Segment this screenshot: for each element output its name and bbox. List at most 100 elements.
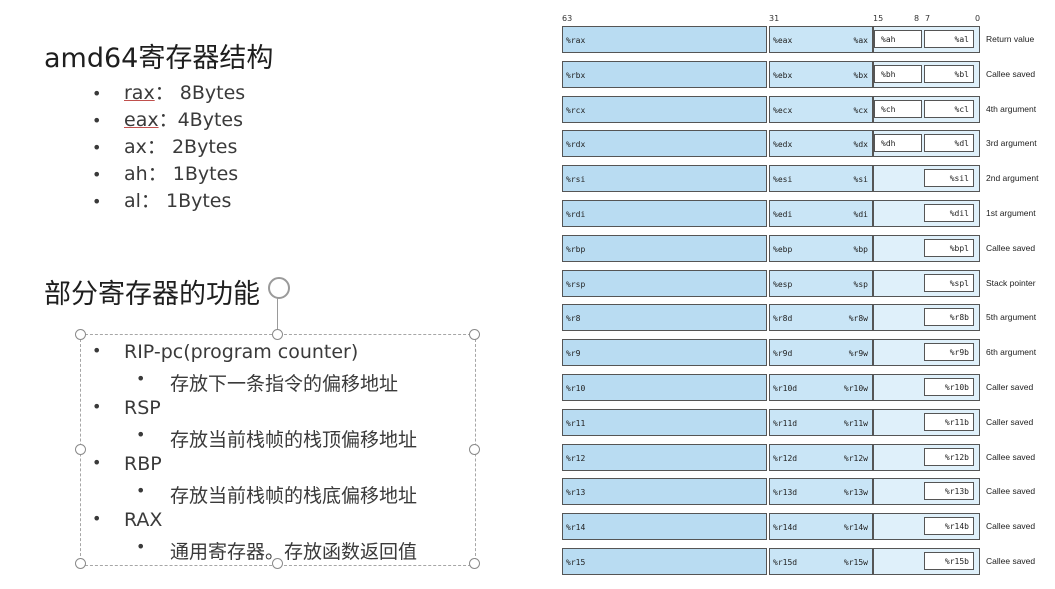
cell-64bit: %r8 [562,304,767,332]
cell-low-byte: %r11b [924,412,974,431]
reg64-label: %r13 [566,488,586,498]
reg16-label: %r9w [848,349,868,359]
register-row: %r13 %r13d %r13w %r13b Callee saved [562,478,1050,506]
register-row: %r10 %r10d %r10w %r10b Caller saved [562,374,1050,401]
cell-low-byte: %r9b [924,343,974,362]
resize-handle-bottom-left[interactable] [75,558,86,569]
bit-label-0: 0 [975,14,981,23]
register-purpose: Callee saved [986,242,1036,253]
list-item: 通用寄存器。存放函数返回值 [92,537,417,565]
reg64-label: %rax [566,36,586,45]
slide-title-functions: 部分寄存器的功能 [44,279,260,310]
list-item: 存放当前栈帧的栈底偏移地址 [92,481,417,509]
reg16-label: %di [853,210,868,219]
cell-64bit: %r12 [562,443,767,471]
reg32-label: %r14d [773,523,798,533]
resize-handle-top-right[interactable] [469,329,480,340]
resize-handle-top[interactable] [272,329,283,340]
register-name: al [124,190,141,212]
cell-low-byte: %r12b [924,447,974,466]
cell-low-byte: %r15b [924,552,974,570]
reg32-label: %edx [773,140,793,150]
list-item: al： 1Bytes [92,188,245,215]
register-function-list: RIP-pc(program counter) 存放下一条指令的偏移地址 RSP… [92,341,417,565]
reg8l-label: %r12b [944,452,969,462]
reg16-label: %si [853,175,868,185]
register-row: %rbp %ebp %bp %bpl Callee saved [562,234,1050,262]
reg64-label: %rdx [566,140,586,150]
register-size-list: rax： 8Bytes eax：4Bytes ax： 2Bytes ah： 1B… [92,80,245,215]
bit-label-15: 15 [873,14,884,23]
reg64-label: %rsp [566,279,586,289]
reg8l-label: %dl [954,139,969,149]
list-item: RBP [92,453,417,481]
register-purpose: Return value [986,34,1035,44]
register-row: %r14 %r14d %r14w %r14b Callee saved [562,513,1050,541]
reg8h-label: %dh [881,139,896,149]
reg8l-label: %r11b [944,417,969,427]
reg16-label: %r8w [848,314,868,324]
cell-low-byte: %spl [924,273,974,292]
reg8l-label: %r14b [944,522,969,532]
register-row: %rsp %esp %sp %spl Stack pointer [562,269,1050,297]
cell-high-byte: %bh [874,64,922,83]
reg64-label: %rsi [566,175,586,185]
list-item: RIP-pc(program counter) [92,341,417,369]
register-row: %r9 %r9d %r9w %r9b 6th argument [562,339,1050,367]
bit-label-63: 63 [562,14,573,23]
reg32-label: %r8d [773,314,793,324]
list-item: eax：4Bytes [92,107,245,134]
cell-32bit: %esp %sp [769,269,873,297]
register-row: %rax %eax %ax %ah %al Return value [562,26,1050,53]
reg64-label: %r9 [566,349,581,359]
resize-handle-left[interactable] [75,444,86,455]
cell-32bit: %r15d %r15w [769,548,873,575]
cell-64bit: %r15 [562,548,767,575]
cell-64bit: %rdx [562,130,767,158]
reg16-label: %ax [853,36,868,45]
reg8l-label: %bl [954,69,969,79]
reg64-label: %r12 [566,453,586,463]
register-row: %rsi %esi %si %sil 2nd argument [562,165,1050,193]
list-item: ah： 1Bytes [92,161,245,188]
resize-handle-right[interactable] [469,444,480,455]
register-size: 8Bytes [179,82,246,104]
reg8l-label: %bpl [949,243,969,253]
register-row: %rcx %ecx %cx %ch %cl 4th argument [562,95,1050,123]
reg16-label: %cx [853,105,868,115]
register-purpose: Caller saved [986,382,1034,392]
cell-low-byte: %r10b [924,378,974,396]
cell-low-byte: %r8b [924,308,974,327]
register-name: rax [124,82,155,104]
cell-32bit: %eax %ax [769,26,873,53]
register-size: 1Bytes [172,163,239,185]
cell-32bit: %r12d %r12w [769,443,873,471]
register-purpose: 4th argument [986,103,1037,114]
cell-64bit: %rax [562,26,767,53]
cell-32bit: %r8d %r8w [769,304,873,332]
reg16-label: %r14w [843,523,868,533]
cell-64bit: %rcx [562,95,767,123]
cell-32bit: %r14d %r14w [769,513,873,541]
reg32-label: %r13d [773,488,798,498]
rotate-handle[interactable] [268,277,290,299]
cell-low-byte: %dil [924,204,974,222]
register-purpose: Callee saved [986,521,1036,532]
reg16-label: %r12w [843,453,868,463]
slide-left-panel: amd64寄存器结构 rax： 8Bytes eax：4Bytes ax： 2B… [0,0,540,589]
reg16-label: %r13w [843,488,868,498]
separator: ： [146,136,166,158]
register-name: ah [124,163,148,185]
reg8l-label: %r8b [949,313,969,323]
bit-label-8: 8 [914,14,920,23]
bit-label-31: 31 [769,14,780,23]
resize-handle-bottom-right[interactable] [469,558,480,569]
reg32-label: %ebx [773,70,793,80]
list-item: rax： 8Bytes [92,80,245,107]
cell-32bit: %ebx %bx [769,60,873,88]
resize-handle-top-left[interactable] [75,329,86,340]
separator: ： [147,163,167,185]
cell-32bit: %esi %si [769,165,873,193]
register-row: %rbx %ebx %bx %bh %bl Callee saved [562,60,1050,88]
list-item: 存放当前栈帧的栈顶偏移地址 [92,425,417,453]
